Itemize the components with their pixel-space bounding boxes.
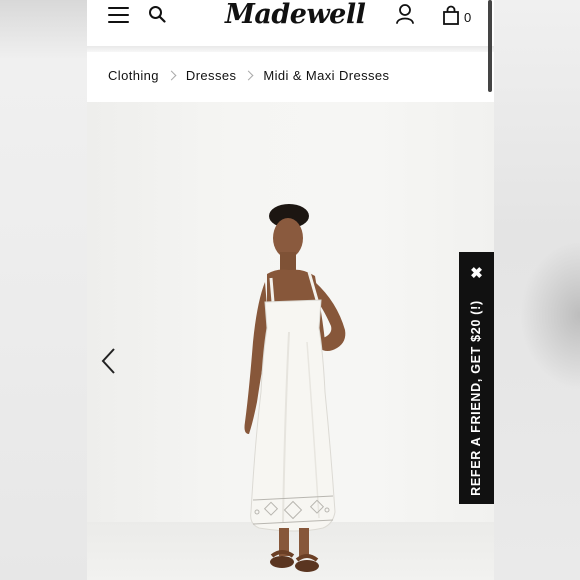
refer-a-friend-label: REFER A FRIEND, GET $20 (!) [469,300,483,496]
breadcrumb-dresses[interactable]: Dresses [186,68,236,83]
blurred-backdrop-left [0,0,87,580]
breadcrumb-clothing[interactable]: Clothing [108,68,159,83]
chevron-right-icon [243,70,254,80]
cart-count: 0 [464,10,472,25]
breadcrumb-midi-maxi-dresses[interactable]: Midi & Maxi Dresses [263,68,389,83]
refer-a-friend-tab[interactable]: ✖ REFER A FRIEND, GET $20 (!) [459,252,494,504]
header-divider [87,46,494,52]
close-icon[interactable]: ✖ [459,264,494,282]
phone-screen: Madewell 0 Clothing Dresses Midi & Maxi … [87,0,494,580]
search-icon[interactable] [148,5,166,23]
scrollbar[interactable] [488,0,492,92]
chevron-right-icon [166,70,177,80]
user-icon[interactable] [395,3,415,25]
chevron-left-icon[interactable] [99,346,119,376]
shopping-bag-icon[interactable] [442,5,460,25]
madewell-logo[interactable]: Madewell [225,0,366,34]
site-header: Madewell 0 [87,0,494,46]
model-in-white-dress [244,204,346,572]
breadcrumb: Clothing Dresses Midi & Maxi Dresses [108,66,389,84]
product-image[interactable] [87,102,494,580]
hamburger-menu-icon[interactable] [108,6,129,24]
blurred-backdrop-right [494,0,580,580]
